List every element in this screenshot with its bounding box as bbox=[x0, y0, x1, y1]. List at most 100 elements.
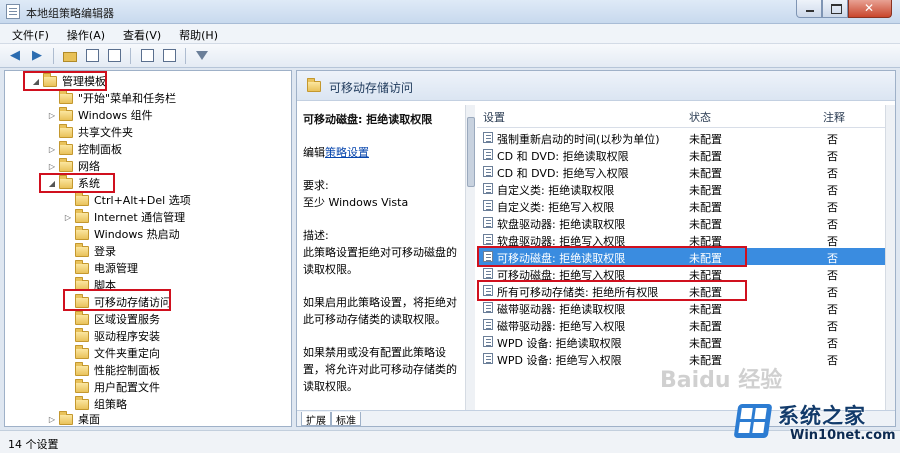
folder-icon bbox=[75, 395, 89, 410]
table-row[interactable]: 自定义类: 拒绝写入权限 未配置否 bbox=[477, 197, 891, 214]
folder-icon bbox=[59, 106, 73, 121]
toolbar-separator bbox=[130, 47, 131, 64]
menu-help[interactable]: 帮助(H) bbox=[167, 24, 224, 43]
maximize-button[interactable] bbox=[822, 0, 848, 18]
minimize-button[interactable] bbox=[796, 0, 822, 18]
table-row[interactable]: 磁带驱动器: 拒绝读取权限 未配置否 bbox=[477, 299, 891, 316]
column-header-note[interactable]: 注释 bbox=[823, 109, 845, 125]
baidu-watermark: Baidu 经验 bbox=[660, 368, 783, 393]
folder-icon bbox=[75, 310, 89, 325]
tab-extended[interactable]: 扩展 bbox=[301, 412, 331, 426]
details-pane: 可移动存储访问 可移动磁盘: 拒绝读取权限 编辑策略设置 要求: 至少 Windo… bbox=[296, 70, 896, 427]
column-header-state[interactable]: 状态 bbox=[689, 109, 711, 125]
tree-item-folder-redirect[interactable]: 文件夹重定向 bbox=[63, 344, 160, 361]
policy-setting-icon bbox=[483, 166, 493, 177]
expand-arrow-icon[interactable]: ▷ bbox=[47, 145, 57, 154]
tree-item-desktop[interactable]: ▷ 桌面 bbox=[47, 410, 100, 426]
folder-icon bbox=[59, 89, 73, 104]
forward-arrow-icon[interactable]: ▶ bbox=[28, 47, 46, 65]
list-scrollbar[interactable] bbox=[885, 105, 895, 415]
folder-icon bbox=[307, 78, 321, 92]
logo-url: Win10net.com bbox=[790, 428, 896, 443]
back-arrow-icon[interactable]: ◀ bbox=[6, 47, 24, 65]
table-row[interactable]: CD 和 DVD: 拒绝写入权限 未配置否 bbox=[477, 163, 891, 180]
tree-item-control-panel[interactable]: ▷ 控制面板 bbox=[47, 140, 122, 157]
tree-item-group-policy[interactable]: 组策略 bbox=[63, 395, 127, 412]
highlight-box-removable-disk-read bbox=[477, 246, 747, 267]
policy-setting-icon bbox=[483, 217, 493, 228]
table-row[interactable]: 软盘驱动器: 拒绝读取权限 未配置否 bbox=[477, 214, 891, 231]
expand-arrow-icon[interactable]: ▷ bbox=[63, 213, 73, 222]
description-scrollbar[interactable] bbox=[465, 105, 475, 415]
help-icon[interactable] bbox=[138, 47, 156, 65]
description-block: 描述: 此策略设置拒绝对可移动磁盘的读取权限。 bbox=[303, 229, 457, 276]
toolbar-separator bbox=[185, 47, 186, 64]
tree-item-network[interactable]: ▷ 网络 bbox=[47, 157, 100, 174]
tree-item-start-menu[interactable]: "开始"菜单和任务栏 bbox=[47, 89, 176, 106]
folder-icon bbox=[75, 378, 89, 393]
policy-description: 可移动磁盘: 拒绝读取权限 编辑策略设置 要求: 至少 Windows Vista… bbox=[303, 111, 463, 411]
menu-action[interactable]: 操作(A) bbox=[55, 24, 111, 43]
menu-bar: 文件(F) 操作(A) 查看(V) 帮助(H) bbox=[0, 24, 900, 44]
up-folder-icon[interactable] bbox=[61, 47, 79, 65]
table-row[interactable]: 自定义类: 拒绝读取权限 未配置否 bbox=[477, 180, 891, 197]
tree-item-internet-comm[interactable]: ▷ Internet 通信管理 bbox=[63, 208, 185, 225]
policy-setting-icon bbox=[483, 183, 493, 194]
expand-arrow-icon[interactable]: ▷ bbox=[47, 415, 57, 424]
tree-item-perf-control[interactable]: 性能控制面板 bbox=[63, 361, 160, 378]
tree-item-shared-folders[interactable]: 共享文件夹 bbox=[47, 123, 133, 140]
folder-icon bbox=[75, 259, 89, 274]
policy-setting-icon bbox=[483, 234, 493, 245]
menu-file[interactable]: 文件(F) bbox=[0, 24, 55, 43]
folder-icon bbox=[59, 140, 73, 155]
folder-icon bbox=[75, 191, 89, 206]
table-row[interactable]: 强制重新启动的时间(以秒为单位) 未配置否 bbox=[477, 129, 891, 146]
column-header-setting[interactable]: 设置 bbox=[483, 109, 505, 125]
expand-arrow-icon[interactable]: ▷ bbox=[47, 111, 57, 120]
highlight-box-admin-templates bbox=[23, 71, 107, 91]
highlight-box-system bbox=[39, 173, 115, 193]
folder-icon bbox=[59, 410, 73, 425]
toolbar: ◀ ▶ bbox=[0, 44, 900, 68]
tree-item-windows-components[interactable]: ▷ Windows 组件 bbox=[47, 106, 153, 123]
tree-item-logon[interactable]: 登录 bbox=[63, 242, 116, 259]
tree-item-ctrl-alt-del[interactable]: Ctrl+Alt+Del 选项 bbox=[63, 191, 191, 208]
logo-name: 系统之家 bbox=[778, 404, 866, 428]
highlight-box-all-removable-storage bbox=[477, 280, 747, 301]
windows-logo-icon bbox=[733, 404, 773, 438]
show-hide-tree-icon[interactable] bbox=[83, 47, 101, 65]
export-list-icon[interactable] bbox=[105, 47, 123, 65]
status-text: 14 个设置 bbox=[8, 438, 59, 451]
details-header: 可移动存储访问 bbox=[297, 71, 895, 101]
window-title: 本地组策略编辑器 bbox=[26, 7, 114, 20]
close-button[interactable] bbox=[848, 0, 892, 18]
window-controls bbox=[796, 0, 892, 20]
policy-setting-icon bbox=[483, 200, 493, 211]
folder-icon bbox=[75, 242, 89, 257]
expand-arrow-icon[interactable]: ▷ bbox=[47, 162, 57, 171]
table-row[interactable]: WPD 设备: 拒绝读取权限 未配置否 bbox=[477, 333, 891, 350]
tree-item-power-mgmt[interactable]: 电源管理 bbox=[63, 259, 138, 276]
edit-line: 编辑策略设置 bbox=[303, 146, 369, 159]
tree-item-driver-install[interactable]: 驱动程序安装 bbox=[63, 327, 160, 344]
folder-icon bbox=[75, 344, 89, 359]
table-row[interactable]: 磁带驱动器: 拒绝写入权限 未配置否 bbox=[477, 316, 891, 333]
folder-icon bbox=[75, 327, 89, 342]
table-row[interactable]: CD 和 DVD: 拒绝读取权限 未配置否 bbox=[477, 146, 891, 163]
properties-icon[interactable] bbox=[160, 47, 178, 65]
policy-title: 可移动磁盘: 拒绝读取权限 bbox=[303, 113, 433, 126]
title-bar: 本地组策略编辑器 bbox=[0, 0, 900, 24]
tree-item-windows-hotstart[interactable]: Windows 热启动 bbox=[63, 225, 180, 242]
tree-item-locale-services[interactable]: 区域设置服务 bbox=[63, 310, 160, 327]
policy-setting-icon bbox=[483, 302, 493, 313]
disabled-text: 如果禁用或没有配置此策略设置，将允许对此可移动存储类的读取权限。 bbox=[303, 346, 457, 393]
scrollbar-thumb[interactable] bbox=[467, 117, 475, 187]
tab-standard[interactable]: 标准 bbox=[331, 412, 361, 426]
tree-item-user-profiles[interactable]: 用户配置文件 bbox=[63, 378, 160, 395]
menu-view[interactable]: 查看(V) bbox=[111, 24, 167, 43]
policy-settings-link[interactable]: 策略设置 bbox=[325, 146, 369, 159]
folder-icon bbox=[75, 208, 89, 223]
folder-icon bbox=[59, 157, 73, 172]
folder-icon bbox=[75, 361, 89, 376]
filter-icon[interactable] bbox=[193, 47, 211, 65]
